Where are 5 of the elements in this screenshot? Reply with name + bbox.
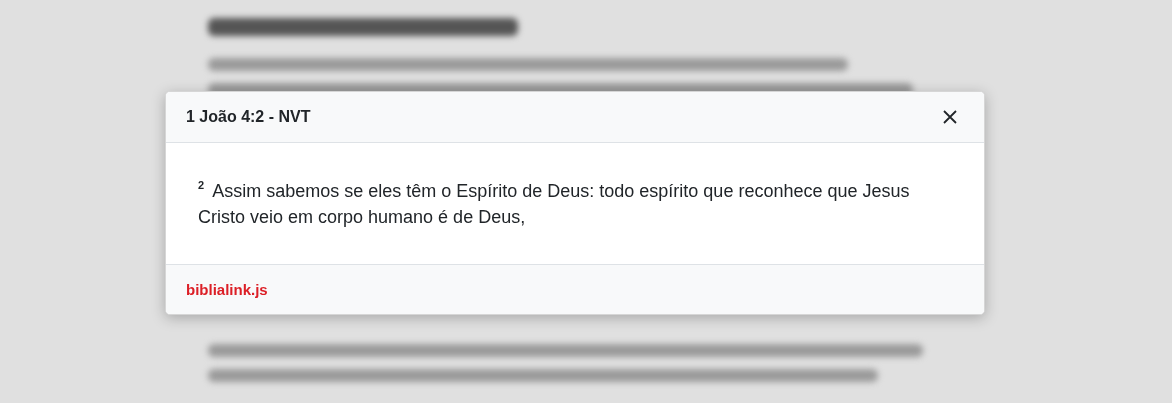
close-button[interactable] xyxy=(942,109,958,125)
footer-link[interactable]: biblialink.js xyxy=(186,281,268,298)
dialog-title: 1 João 4:2 - NVT xyxy=(186,108,311,126)
close-icon xyxy=(942,109,958,125)
verse-text: $^{2}$ Assim sabemos se eles têm o Espírito de Deus: todo espírito que reconhece que Jesus Cristo veio em corpo humano é de Deus, xyxy=(198,177,911,229)
